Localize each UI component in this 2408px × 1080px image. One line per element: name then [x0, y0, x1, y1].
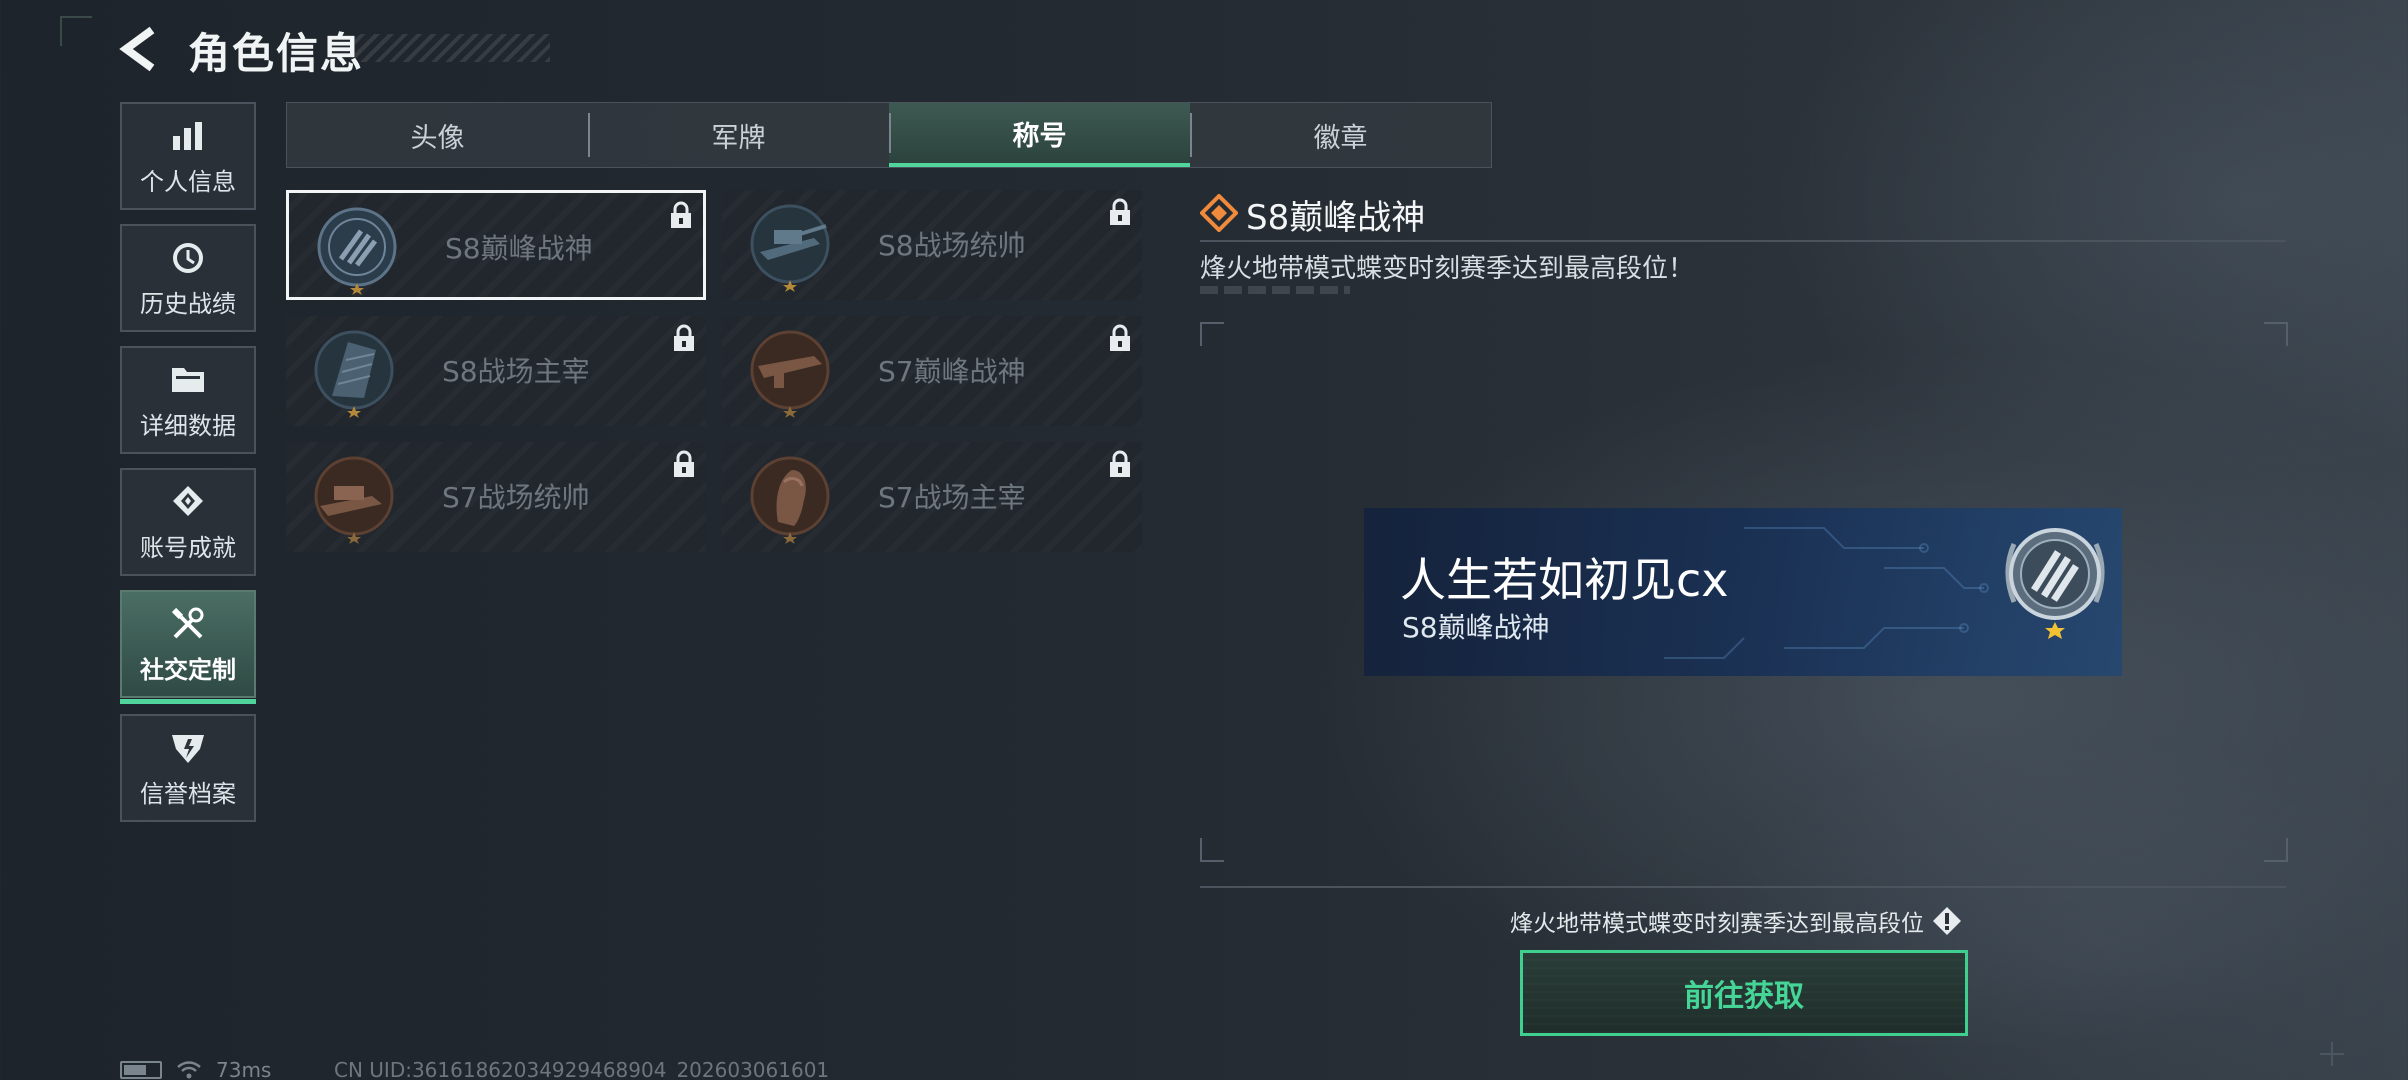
detail-description: 烽火地带模式蝶变时刻赛季达到最高段位！: [1200, 254, 1695, 284]
title-card[interactable]: S8巅峰战神: [286, 190, 706, 300]
s7-dominator-emblem-icon: [750, 456, 830, 544]
frame-corner: [2264, 838, 2288, 862]
lock-icon: [671, 201, 691, 228]
sidebar-item-details[interactable]: 详细数据: [120, 346, 256, 454]
status-bar: 73ms: [120, 1058, 271, 1080]
shield-icon: [168, 728, 208, 768]
lock-icon: [1110, 198, 1130, 225]
bar-chart-icon: [168, 116, 208, 156]
preview-title: S8巅峰战神: [1402, 611, 1550, 644]
page-title: 角色信息: [188, 29, 365, 78]
sidebar-item-label: 账号成就: [140, 533, 236, 562]
title-name: S8战场统帅: [878, 229, 1026, 262]
tab-avatar[interactable]: 头像: [287, 103, 588, 167]
sidebar-item-reputation[interactable]: 信誉档案: [120, 714, 256, 822]
title-card[interactable]: S7战场统帅: [286, 442, 706, 552]
lock-icon: [1110, 324, 1130, 351]
title-name: S7战场统帅: [442, 481, 590, 514]
detail-title: S8巅峰战神: [1246, 198, 1426, 238]
sidebar-item-achievements[interactable]: 账号成就: [120, 468, 256, 576]
tab-dogtag[interactable]: 军牌: [588, 103, 889, 167]
title-name: S8巅峰战神: [445, 232, 593, 265]
description-decoration: [1200, 286, 1350, 294]
requirement-text: 烽火地带模式蝶变时刻赛季达到最高段位: [1510, 911, 1924, 937]
divider: [1200, 240, 2286, 242]
tools-icon: [168, 604, 208, 644]
sidebar-item-profile[interactable]: 个人信息: [120, 102, 256, 210]
sidebar-item-label: 详细数据: [140, 411, 236, 440]
frame-corner: [1200, 322, 1224, 346]
ping-value: 73ms: [216, 1058, 272, 1080]
lock-icon: [1110, 450, 1130, 477]
s8-peak-emblem-icon: [2005, 528, 2105, 639]
frame-corner: [1200, 838, 1224, 862]
s7-commander-emblem-icon: [314, 456, 394, 544]
title-card[interactable]: S8战场统帅: [722, 190, 1142, 300]
sidebar-item-social[interactable]: 社交定制: [120, 590, 256, 704]
title-card[interactable]: S7战场主宰: [722, 442, 1142, 552]
corner-decoration: [60, 16, 92, 46]
sidebar-item-label: 社交定制: [140, 655, 236, 684]
obtain-button[interactable]: 前往获取: [1520, 950, 1968, 1036]
folder-icon: [168, 360, 208, 400]
sidebar-item-label: 历史战绩: [140, 289, 236, 318]
title-card[interactable]: S7巅峰战神: [722, 316, 1142, 426]
title-diamond-icon: [1200, 194, 1238, 232]
sidebar-item-label: 个人信息: [140, 167, 236, 196]
title-name: S7战场主宰: [878, 481, 1026, 514]
back-button[interactable]: [118, 26, 164, 72]
title-preview-card: 人生若如初见cx S8巅峰战神: [1364, 508, 2122, 676]
s8-commander-emblem-icon: [750, 204, 830, 292]
s7-peak-emblem-icon: [750, 330, 830, 418]
title-name: S8战场主宰: [442, 355, 590, 388]
tab-badge[interactable]: 徽章: [1190, 103, 1491, 167]
wifi-icon: [177, 1061, 201, 1079]
info-icon[interactable]: [1932, 906, 1962, 936]
requirement-row: 烽火地带模式蝶变时刻赛季达到最高段位: [1510, 904, 1962, 938]
user-uid: CN UID:36161862034929468904_202603061601: [334, 1058, 830, 1080]
frame-corner: [2264, 322, 2288, 346]
tab-title[interactable]: 称号: [889, 103, 1190, 167]
achievement-icon: [168, 482, 208, 522]
back-arrow-icon: [119, 26, 155, 72]
lock-icon: [674, 450, 694, 477]
preview-player-name: 人生若如初见cx: [1400, 553, 1729, 607]
sidebar-item-history[interactable]: 历史战绩: [120, 224, 256, 332]
s8-dominator-emblem-icon: [314, 330, 394, 418]
sidebar-item-label: 信誉档案: [140, 779, 236, 808]
title-card[interactable]: S8战场主宰: [286, 316, 706, 426]
s8-peak-emblem-icon: [317, 207, 397, 295]
divider: [1200, 886, 2286, 888]
category-tabs: 头像 军牌 称号 徽章: [286, 102, 1492, 168]
title-name: S7巅峰战神: [878, 355, 1026, 388]
lock-icon: [674, 324, 694, 351]
title-decoration: [355, 34, 550, 62]
plus-icon: [2320, 1042, 2344, 1066]
clock-icon: [168, 238, 208, 278]
battery-icon: [120, 1061, 162, 1079]
